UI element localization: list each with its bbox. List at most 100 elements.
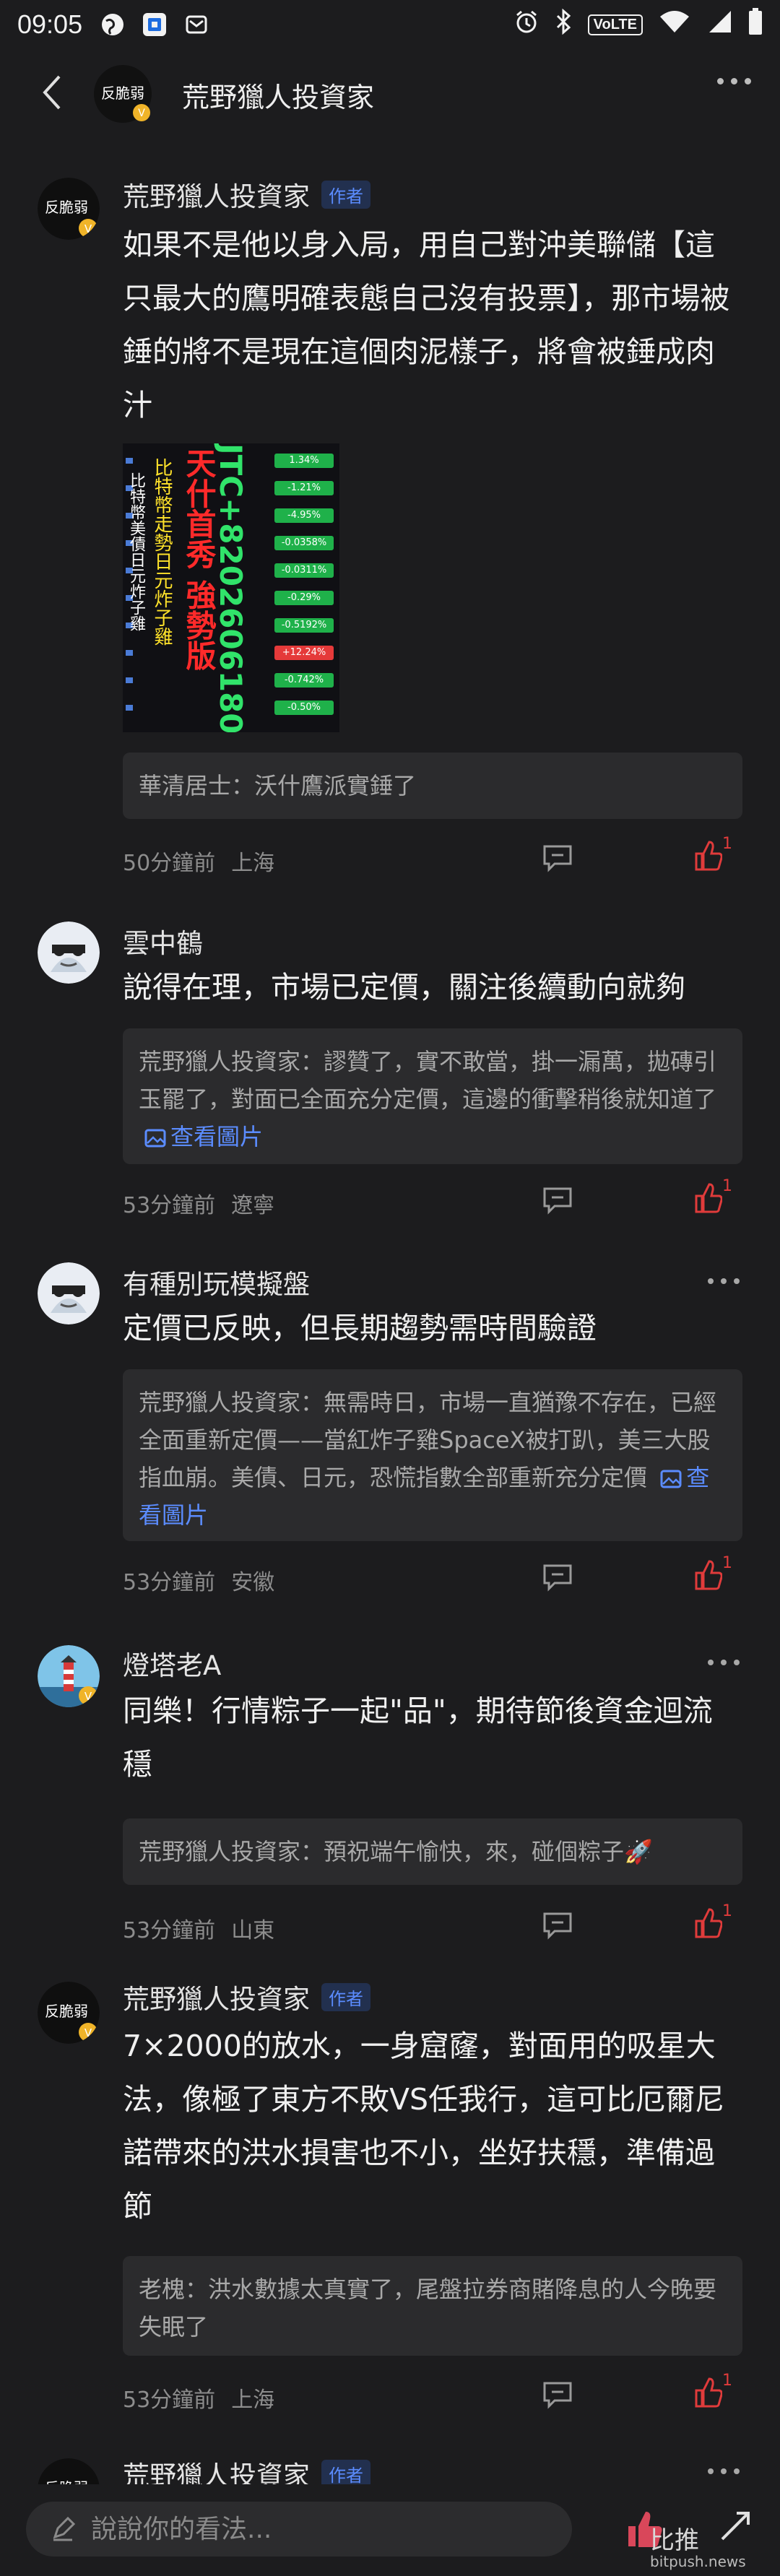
thumbs-up-icon — [695, 1183, 723, 1213]
reply-quote[interactable]: 荒野獵人投資家：謬贊了，實不敢當，掛一漏萬，拋磚引玉罷了，對面已全面充分定價，這… — [123, 1028, 742, 1164]
comment-more-button[interactable] — [708, 1278, 740, 1284]
reply-quote[interactable]: 華清居士：沃什鷹派實錘了 — [123, 753, 742, 819]
timestamp: 53分鐘前 — [123, 1918, 216, 1943]
like-button[interactable]: 1 — [693, 2372, 740, 2412]
author-name: 荒野獵人投資家 — [123, 1984, 310, 2015]
comment-input[interactable] — [91, 2514, 524, 2544]
svg-text:反脆弱: 反脆弱 — [45, 2003, 88, 2020]
comment-author[interactable]: 雲中鶴 — [123, 921, 203, 960]
comment-more-button[interactable] — [708, 2468, 740, 2474]
svg-text:V: V — [84, 222, 92, 235]
comment-author[interactable]: 有種別玩模擬盤 — [123, 1262, 310, 1301]
author-tag: 作者 — [321, 1982, 370, 2011]
comment-more-button[interactable] — [708, 1660, 740, 1665]
avatar[interactable]: 反脆弱 V — [38, 178, 100, 240]
quote-text: 荒野獵人投資家：預祝端午愉快，來，碰個粽子🚀 — [139, 1838, 653, 1865]
comment-body: 如果不是他以身入局，用自己對沖美聯儲【這只最大的鷹明確表態自己沒有投票】，那市場… — [123, 227, 730, 422]
volte-badge: VoLTE — [587, 14, 643, 35]
svg-text:V: V — [138, 108, 145, 119]
reply-icon — [543, 1564, 572, 1592]
view-image-label: 查看圖片 — [170, 1123, 264, 1150]
share-button[interactable] — [715, 2506, 755, 2546]
like-button[interactable]: 1 — [693, 1177, 740, 1218]
thumbs-up-icon — [695, 1560, 723, 1590]
timestamp: 53分鐘前 — [123, 2388, 216, 2413]
status-bar: 09:05 VoLTE — [0, 0, 780, 49]
comment-meta: 53分鐘前 遼寧 — [123, 1187, 274, 1219]
comment-meta: 53分鐘前 山東 — [123, 1912, 274, 1944]
image-icon — [144, 1129, 166, 1148]
comment-author[interactable]: 荒野獵人投資家 作者 — [123, 1977, 370, 2016]
like-count: 1 — [722, 835, 732, 853]
avatar[interactable]: 反脆弱 V — [38, 1982, 100, 2044]
like-button[interactable]: 1 — [693, 1554, 740, 1595]
row-value: 1.34% — [274, 454, 334, 468]
like-count: 1 — [722, 1902, 732, 1920]
comment-meta: 53分鐘前 上海 — [123, 2382, 274, 2414]
back-button[interactable] — [30, 71, 74, 114]
reply-button[interactable] — [542, 1911, 573, 1940]
image-overlay-text: 天什首秀 強勢版 — [181, 448, 217, 671]
comment-body: 7×2000的放水，一身窟窿，對面用的吸星大法，像極了東方不敗VS任我行，這可比… — [123, 2029, 725, 2224]
reply-button[interactable] — [542, 2380, 573, 2409]
thumbs-up-icon — [695, 2377, 723, 2408]
row-value: -1.21% — [274, 481, 334, 495]
row-value: -0.0311% — [274, 563, 334, 578]
avatar[interactable] — [38, 1262, 100, 1324]
location: 山東 — [231, 1918, 275, 1943]
row-value: -4.95% — [274, 508, 334, 523]
reply-button[interactable] — [542, 1563, 573, 1592]
comment-author[interactable]: 荒野獵人投資家 作者 — [123, 175, 370, 214]
reply-icon — [543, 1187, 572, 1215]
like-count: 1 — [722, 2372, 732, 2390]
view-image-link[interactable]: 查看圖片 — [139, 1123, 263, 1150]
watermark-url: bitpush.news — [650, 2553, 746, 2570]
author-name: 荒野獵人投資家 — [123, 181, 310, 212]
app-badge-icon — [140, 10, 169, 39]
row-marker — [126, 458, 133, 464]
author-tag: 作者 — [321, 180, 370, 209]
signal-icon — [706, 9, 732, 40]
reply-quote[interactable]: 老槐：洪水數據太真實了，尾盤拉券商賭降息的人今晚要失眠了 — [123, 2256, 742, 2356]
image-icon — [660, 1470, 682, 1488]
comment-author[interactable]: 燈塔老A — [123, 1644, 221, 1683]
author-name: 燈塔老A — [123, 1650, 222, 1681]
reply-icon — [543, 1912, 572, 1940]
location: 上海 — [231, 851, 275, 876]
row-marker — [126, 650, 133, 656]
wifi-icon — [659, 9, 690, 40]
comment-image[interactable]: 1.34% -1.21% -4.95% -0.0358% -0.0311% -0.29% -… — [123, 443, 339, 732]
watermark-text: 比推 — [650, 2526, 699, 2555]
svg-text:反脆弱: 反脆弱 — [45, 199, 88, 216]
alarm-icon — [514, 9, 539, 40]
comment-body: 同樂！行情粽子一起"品"，期待節後資金迴流穩 — [123, 1694, 713, 1782]
more-options-button[interactable] — [717, 78, 751, 84]
like-button[interactable]: 1 — [693, 835, 740, 875]
timestamp: 53分鐘前 — [123, 1570, 216, 1595]
row-marker — [126, 677, 133, 683]
like-count: 1 — [722, 1554, 732, 1572]
battery-icon — [748, 7, 763, 42]
reply-quote[interactable]: 荒野獵人投資家：無需時日，市場一直猶豫不存在，已經全面重新定價——當紅炸子雞Sp… — [123, 1369, 742, 1541]
timestamp: 53分鐘前 — [123, 1193, 216, 1218]
reply-icon — [543, 845, 572, 872]
like-button[interactable]: 1 — [693, 1902, 740, 1943]
comment-body: 說得在理，市場已定價，關注後續動向就夠 — [123, 970, 685, 1005]
pencil-icon — [53, 2517, 75, 2541]
like-count: 1 — [722, 1177, 732, 1195]
row-value: -0.29% — [274, 591, 334, 605]
author-avatar[interactable]: 反脆弱 V — [94, 65, 152, 123]
author-name: 雲中鶴 — [123, 928, 203, 959]
avatar[interactable]: V — [38, 1645, 100, 1707]
status-time: 09:05 — [17, 9, 83, 39]
avatar[interactable] — [38, 921, 100, 984]
author-name: 有種別玩模擬盤 — [123, 1269, 310, 1300]
image-overlay-text: 比特幣走勢日元炸子雞 — [151, 458, 173, 646]
comment-input-box[interactable] — [26, 2502, 572, 2557]
chevron-left-icon — [43, 75, 61, 110]
avatar-text: 反脆弱 — [101, 84, 144, 102]
reply-button[interactable] — [542, 844, 573, 872]
quote-text: 荒野獵人投資家：謬贊了，實不敢當，掛一漏萬，拋磚引玉罷了，對面已全面充分定價，這… — [139, 1048, 717, 1113]
reply-quote[interactable]: 荒野獵人投資家：預祝端午愉快，來，碰個粽子🚀 — [123, 1818, 742, 1885]
reply-button[interactable] — [542, 1186, 573, 1215]
